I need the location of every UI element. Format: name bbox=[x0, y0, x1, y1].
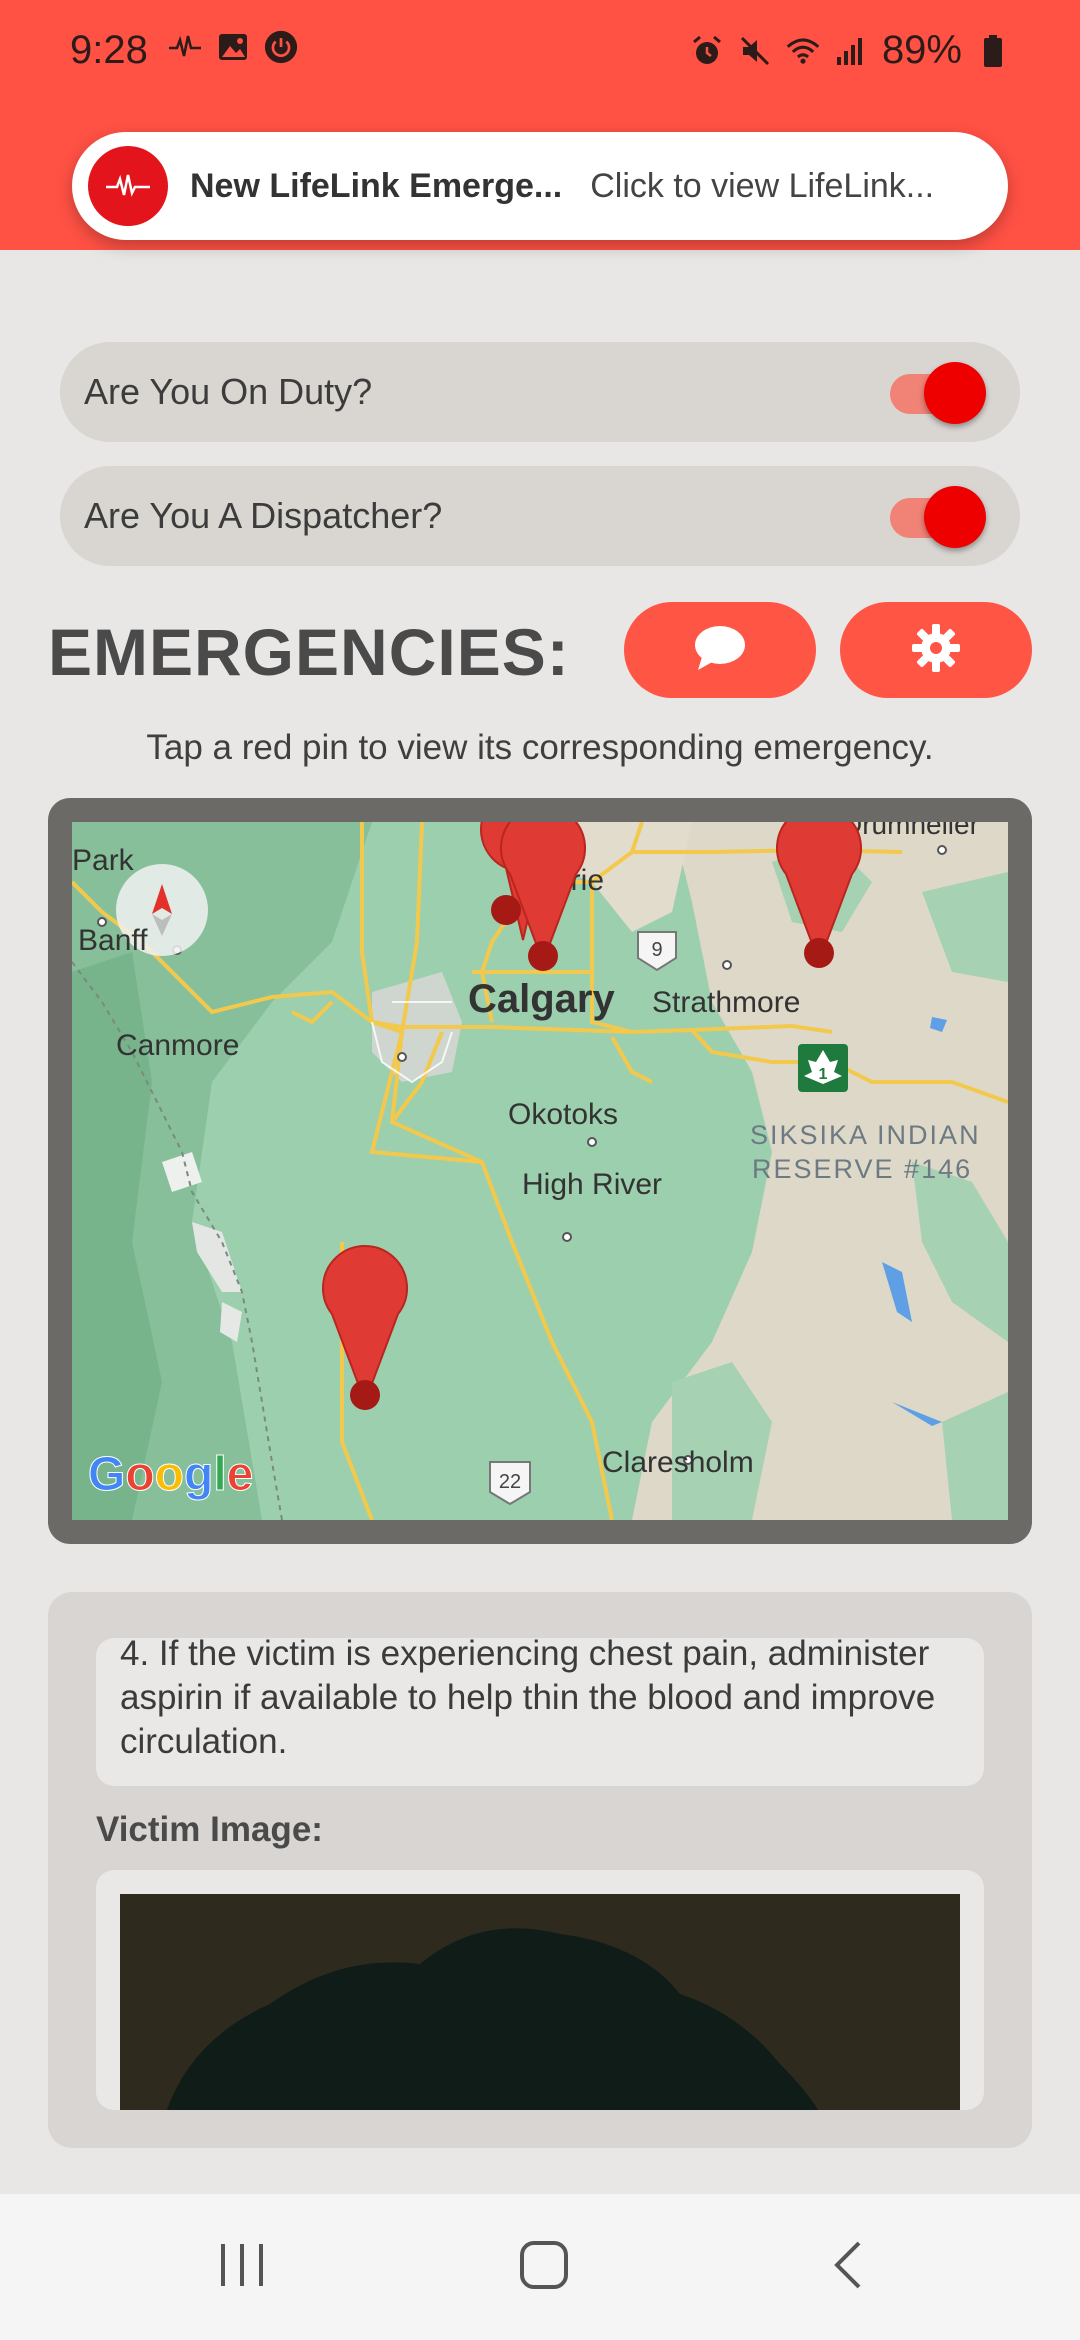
image-icon bbox=[216, 30, 250, 64]
map-label-park: Park bbox=[72, 844, 135, 877]
map-label-high-river: High River bbox=[522, 1168, 662, 1201]
instruction-text: 4. If the victim is experiencing chest p… bbox=[120, 1638, 936, 1761]
status-right: 89% bbox=[690, 28, 1010, 73]
on-duty-row: Are You On Duty? bbox=[60, 342, 1020, 442]
recent-apps-icon bbox=[217, 2242, 267, 2293]
system-nav-bar bbox=[0, 2194, 1080, 2340]
lifelink-app-icon bbox=[88, 146, 168, 226]
status-time: 9:28 bbox=[70, 28, 148, 72]
map-label-strathmore: Strathmore bbox=[652, 986, 800, 1019]
map-label-drumheller: Drumheller bbox=[842, 822, 979, 840]
map-canvas: 9 22 1 Park Banff Canmore rdrie Calgary … bbox=[72, 822, 1008, 1520]
emergencies-title: EMERGENCIES: bbox=[48, 615, 570, 689]
map-label-siksika-1: SIKSIKA INDIAN bbox=[750, 1120, 981, 1150]
map-hint: Tap a red pin to view its corresponding … bbox=[146, 728, 934, 767]
dispatcher-row: Are You A Dispatcher? bbox=[60, 466, 1020, 566]
on-duty-label: Are You On Duty? bbox=[84, 371, 373, 412]
mute-icon bbox=[738, 34, 772, 68]
map-label-calgary: Calgary bbox=[468, 977, 615, 1021]
status-left-icons bbox=[168, 30, 298, 64]
map-label-banff: Banff bbox=[78, 924, 148, 957]
google-attribution: Google bbox=[88, 1448, 254, 1502]
battery-icon bbox=[976, 34, 1010, 68]
wifi-icon bbox=[786, 34, 820, 68]
alarm-icon bbox=[690, 34, 724, 68]
recent-apps-button[interactable] bbox=[202, 2232, 282, 2302]
victim-image-box bbox=[96, 1870, 984, 2110]
dispatcher-switch[interactable] bbox=[890, 486, 986, 548]
map-label-okotoks: Okotoks bbox=[508, 1098, 618, 1131]
victim-image[interactable] bbox=[120, 1894, 960, 2110]
svg-text:9: 9 bbox=[651, 939, 662, 961]
chat-button[interactable] bbox=[624, 602, 816, 698]
power-icon bbox=[264, 30, 298, 64]
gear-icon bbox=[911, 623, 961, 678]
svg-text:22: 22 bbox=[499, 1471, 521, 1493]
instruction-box: 4. If the victim is experiencing chest p… bbox=[96, 1638, 984, 1786]
hwy-1-shield: 1 bbox=[798, 1044, 848, 1092]
notification-popup[interactable]: New LifeLink Emerge... Click to view Lif… bbox=[72, 132, 1008, 240]
battery-percent: 89% bbox=[881, 28, 962, 72]
map-label-canmore: Canmore bbox=[116, 1029, 239, 1062]
back-icon bbox=[831, 2239, 865, 2296]
notification-text: Click to view LifeLink... bbox=[590, 166, 935, 205]
emergency-details-card[interactable]: 4. If the victim is experiencing chest p… bbox=[48, 1592, 1032, 2148]
home-button[interactable] bbox=[504, 2232, 584, 2302]
map-frame: 9 22 1 Park Banff Canmore rdrie Calgary … bbox=[48, 798, 1032, 1544]
signal-icon bbox=[834, 34, 868, 68]
on-duty-switch[interactable] bbox=[890, 362, 986, 424]
settings-button[interactable] bbox=[840, 602, 1032, 698]
status-bar: 9:28 89% New LifeLink Emerge... Click to… bbox=[0, 0, 1080, 250]
chat-bubble-icon bbox=[694, 625, 746, 676]
pulse-icon bbox=[168, 30, 202, 64]
back-button[interactable] bbox=[808, 2232, 888, 2302]
emergency-map[interactable]: 9 22 1 Park Banff Canmore rdrie Calgary … bbox=[72, 822, 1008, 1520]
map-label-claresholm: Claresholm bbox=[602, 1446, 754, 1479]
svg-text:1: 1 bbox=[819, 1066, 828, 1083]
notification-title: New LifeLink Emerge... bbox=[190, 166, 563, 205]
home-icon bbox=[519, 2240, 569, 2295]
victim-image-label: Victim Image: bbox=[96, 1810, 323, 1849]
dispatcher-label: Are You A Dispatcher? bbox=[84, 495, 443, 536]
svg-text:Google: Google bbox=[88, 1448, 253, 1501]
map-label-siksika-2: RESERVE #146 bbox=[752, 1154, 972, 1184]
